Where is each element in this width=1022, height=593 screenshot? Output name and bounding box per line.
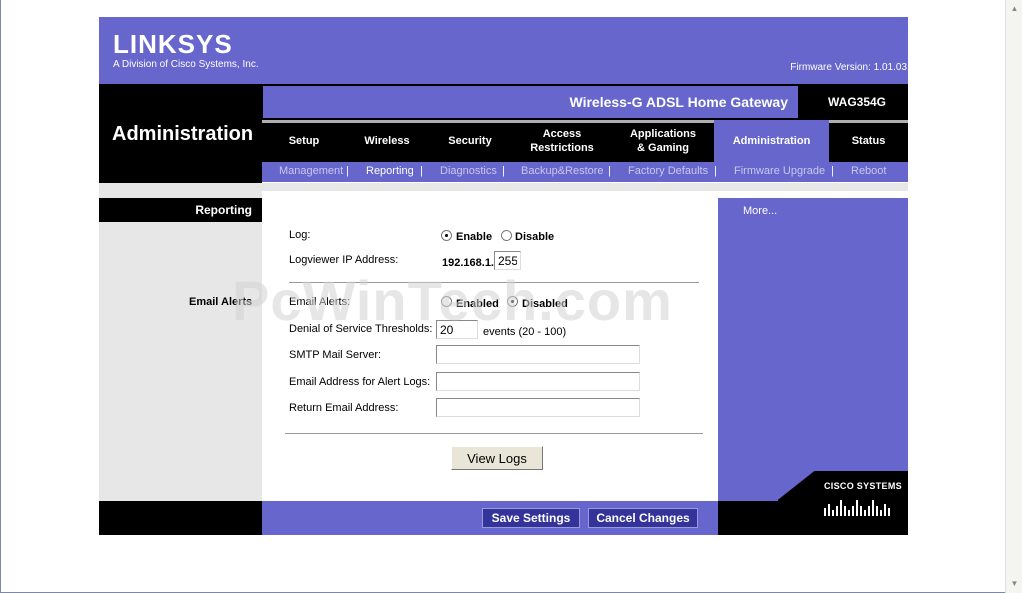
tab-divider bbox=[428, 120, 512, 123]
tab-access-restrictions[interactable]: Access Restrictions bbox=[512, 120, 612, 162]
view-logs-button[interactable]: View Logs bbox=[451, 446, 543, 470]
divider bbox=[285, 433, 703, 434]
log-enable-radio[interactable] bbox=[441, 230, 452, 241]
email-alerts-heading: Email Alerts bbox=[189, 296, 253, 308]
logviewer-ip-label: Logviewer IP Address: bbox=[289, 254, 399, 266]
divider bbox=[289, 282, 699, 283]
subtab-reporting[interactable]: Reporting bbox=[366, 165, 414, 177]
tab-divider bbox=[612, 120, 714, 123]
ip-prefix: 192.168.1. bbox=[442, 257, 494, 269]
product-name-box: Wireless-G ADSL Home Gateway bbox=[263, 86, 798, 118]
model-box: WAG354G bbox=[808, 86, 906, 118]
linksys-logo: LINKSYS bbox=[113, 29, 233, 59]
cancel-changes-button[interactable]: Cancel Changes bbox=[588, 508, 698, 528]
subtab-separator: | bbox=[714, 165, 717, 177]
tab-divider bbox=[829, 120, 908, 123]
vertical-scrollbar[interactable]: ▲ ▼ bbox=[1005, 0, 1022, 593]
more-help-link[interactable]: More... bbox=[743, 205, 777, 217]
tab-label: Wireless bbox=[364, 135, 410, 147]
subtab-firmware-upgrade[interactable]: Firmware Upgrade bbox=[734, 165, 825, 177]
footer-left bbox=[99, 501, 262, 535]
content-top-strip bbox=[262, 183, 908, 191]
cisco-bridge-icon bbox=[824, 500, 890, 516]
tab-divider bbox=[512, 120, 612, 123]
subtab-backup-restore[interactable]: Backup&Restore bbox=[521, 165, 604, 177]
subtab-separator: | bbox=[831, 165, 834, 177]
subtab-separator: | bbox=[608, 165, 611, 177]
smtp-server-label: SMTP Mail Server: bbox=[289, 349, 382, 361]
footer-buttons-bar: Save Settings Cancel Changes bbox=[262, 501, 718, 535]
page-title: Administration bbox=[112, 123, 254, 145]
reporting-band: Reporting bbox=[99, 198, 262, 222]
tab-administration[interactable]: Administration bbox=[714, 120, 829, 162]
return-email-input[interactable] bbox=[436, 398, 640, 417]
product-name: Wireless-G ADSL Home Gateway bbox=[569, 94, 788, 110]
dos-threshold-input[interactable] bbox=[436, 320, 478, 339]
logo-tagline: A Division of Cisco Systems, Inc. bbox=[113, 59, 259, 70]
alert-email-input[interactable] bbox=[436, 372, 640, 391]
subtab-factory-defaults[interactable]: Factory Defaults bbox=[628, 165, 708, 177]
email-alerts-label: Email Alerts: bbox=[289, 296, 351, 308]
dos-threshold-label: Denial of Service Thresholds: bbox=[289, 323, 433, 335]
tab-applications-gaming[interactable]: Applications & Gaming bbox=[612, 120, 714, 162]
left-panel bbox=[99, 183, 262, 501]
firmware-version: Firmware Version: 1.01.03 bbox=[790, 62, 907, 73]
tab-label: Security bbox=[448, 135, 492, 147]
dos-threshold-unit: events (20 - 100) bbox=[483, 326, 567, 338]
reporting-heading: Reporting bbox=[195, 203, 252, 217]
logviewer-ip-last-octet-input[interactable] bbox=[494, 251, 521, 270]
log-enable-label: Enable bbox=[456, 231, 493, 243]
tab-divider bbox=[346, 120, 428, 123]
scroll-down-icon[interactable]: ▼ bbox=[1007, 576, 1022, 591]
sub-tabs: Management | Reporting | Diagnostics | B… bbox=[262, 162, 908, 182]
alert-email-label: Email Address for Alert Logs: bbox=[289, 376, 431, 388]
log-disable-label: Disable bbox=[515, 231, 555, 243]
tab-wireless[interactable]: Wireless bbox=[346, 120, 428, 162]
email-alerts-disabled-radio[interactable] bbox=[507, 296, 518, 307]
tab-label: Setup bbox=[288, 135, 320, 147]
subtab-reboot[interactable]: Reboot bbox=[851, 165, 886, 177]
cisco-systems-logo: CISCO SYSTEMS bbox=[824, 481, 902, 491]
main-tabs: Setup Wireless Security Access Restricti… bbox=[262, 120, 908, 162]
subtab-separator: | bbox=[346, 165, 349, 177]
tab-divider bbox=[262, 120, 346, 123]
tab-setup[interactable]: Setup bbox=[262, 120, 346, 162]
log-disable-radio[interactable] bbox=[501, 230, 512, 241]
tab-security[interactable]: Security bbox=[428, 120, 512, 162]
tab-label: Applications & Gaming bbox=[629, 128, 696, 154]
save-settings-button[interactable]: Save Settings bbox=[482, 508, 580, 528]
subtab-management[interactable]: Management bbox=[279, 165, 343, 177]
smtp-server-input[interactable] bbox=[436, 345, 640, 364]
email-alerts-enabled-radio[interactable] bbox=[441, 296, 452, 307]
subtab-diagnostics[interactable]: Diagnostics bbox=[440, 165, 497, 177]
log-label: Log: bbox=[289, 229, 311, 241]
model-name: WAG354G bbox=[827, 95, 887, 109]
subtab-separator: | bbox=[420, 165, 423, 177]
return-email-label: Return Email Address: bbox=[289, 402, 399, 414]
scroll-up-icon[interactable]: ▲ bbox=[1007, 1, 1022, 16]
tab-label: Access Restrictions bbox=[530, 128, 594, 154]
footer-right bbox=[718, 501, 778, 535]
tab-label: Status bbox=[851, 135, 886, 147]
subtab-separator: | bbox=[502, 165, 505, 177]
email-alerts-disabled-label: Disabled bbox=[522, 298, 568, 310]
tab-label: Administration bbox=[732, 135, 811, 147]
email-alerts-enabled-label: Enabled bbox=[456, 298, 499, 310]
tab-status[interactable]: Status bbox=[829, 120, 908, 162]
help-panel bbox=[718, 198, 908, 501]
